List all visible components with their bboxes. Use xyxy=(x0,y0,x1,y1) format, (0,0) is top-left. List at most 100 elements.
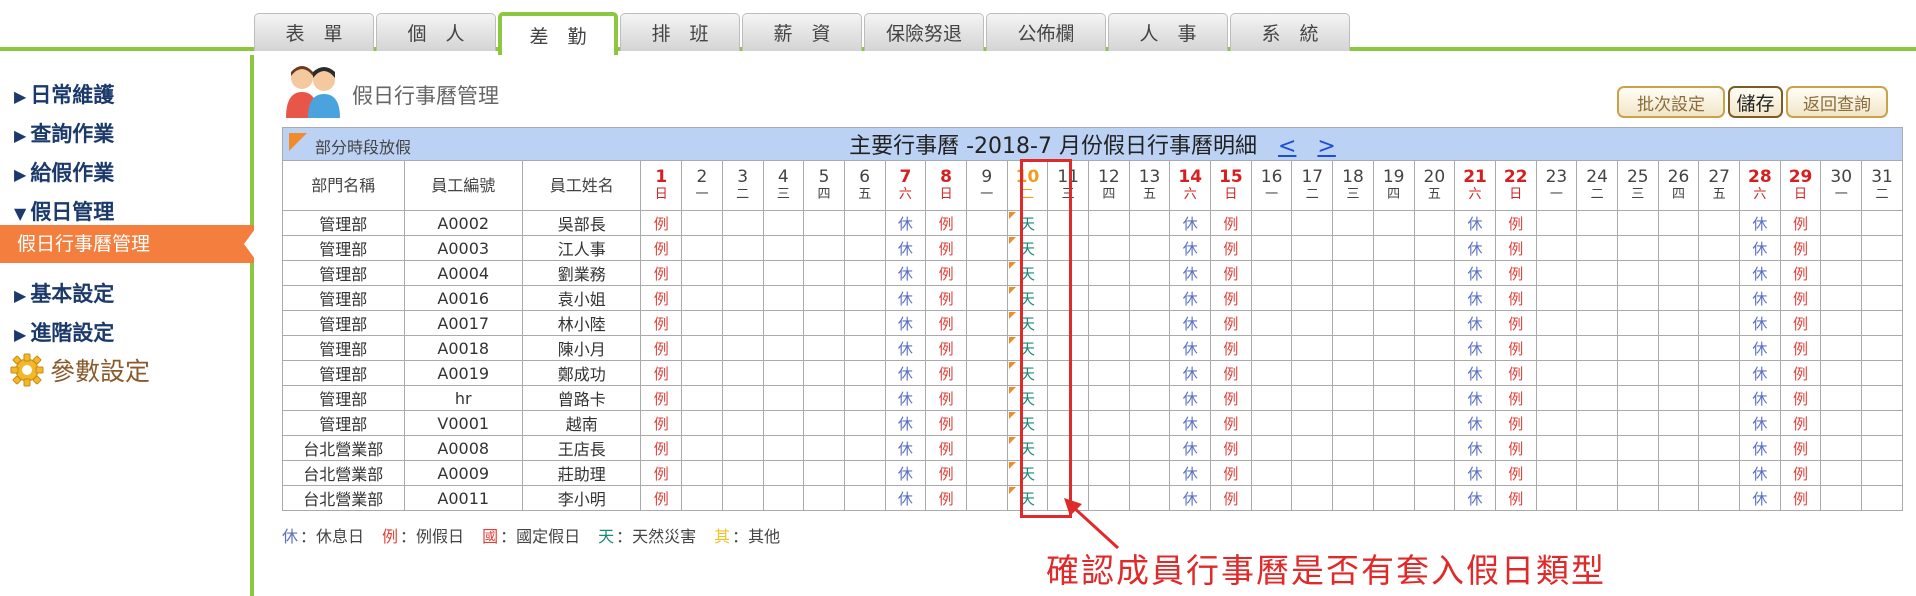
tab-1[interactable]: 個 人 xyxy=(376,13,496,51)
tab-6[interactable]: 公佈欄 xyxy=(986,13,1106,51)
day-header-2[interactable]: 2一 xyxy=(681,160,723,211)
calendar-cell[interactable] xyxy=(1698,260,1740,286)
calendar-cell[interactable] xyxy=(803,210,845,236)
calendar-cell[interactable] xyxy=(843,360,886,386)
calendar-cell[interactable]: 休 xyxy=(1739,385,1781,411)
calendar-cell[interactable] xyxy=(1535,235,1578,261)
calendar-cell[interactable]: 休 xyxy=(1454,285,1496,311)
calendar-cell[interactable] xyxy=(1576,335,1618,361)
calendar-cell[interactable]: 例 xyxy=(1210,385,1252,411)
calendar-cell[interactable]: 休 xyxy=(1169,210,1212,236)
calendar-cell[interactable] xyxy=(843,310,886,336)
calendar-cell[interactable] xyxy=(1576,260,1618,286)
calendar-cell[interactable] xyxy=(1128,435,1171,461)
calendar-cell[interactable] xyxy=(1616,485,1659,511)
calendar-cell[interactable]: 例 xyxy=(925,210,967,236)
calendar-cell[interactable] xyxy=(1088,335,1130,361)
calendar-cell[interactable] xyxy=(1250,210,1293,236)
calendar-cell[interactable] xyxy=(762,235,805,261)
calendar-cell[interactable] xyxy=(843,260,886,286)
calendar-cell[interactable] xyxy=(1698,385,1740,411)
calendar-cell[interactable] xyxy=(1698,410,1740,436)
calendar-cell[interactable] xyxy=(721,260,764,286)
calendar-cell[interactable]: 例 xyxy=(1210,310,1252,336)
calendar-cell[interactable]: 例 xyxy=(1779,260,1822,286)
calendar-cell[interactable] xyxy=(762,460,805,486)
calendar-cell[interactable] xyxy=(843,285,886,311)
calendar-cell[interactable]: 例 xyxy=(925,410,967,436)
calendar-cell[interactable]: 例 xyxy=(925,235,967,261)
tab-0[interactable]: 表 單 xyxy=(254,13,374,51)
calendar-cell[interactable]: 例 xyxy=(1779,335,1822,361)
calendar-cell[interactable] xyxy=(1332,435,1374,461)
calendar-cell[interactable]: 休 xyxy=(1169,335,1212,361)
calendar-cell[interactable] xyxy=(1535,335,1578,361)
calendar-cell[interactable] xyxy=(1413,210,1456,236)
calendar-cell[interactable] xyxy=(1250,385,1293,411)
calendar-cell[interactable]: 例 xyxy=(1210,335,1252,361)
calendar-cell[interactable]: 例 xyxy=(1210,410,1252,436)
calendar-cell[interactable]: 例 xyxy=(1494,410,1537,436)
calendar-cell[interactable]: 例 xyxy=(640,235,683,261)
calendar-cell[interactable]: 休 xyxy=(1169,485,1212,511)
calendar-cell[interactable] xyxy=(1616,310,1659,336)
calendar-cell[interactable] xyxy=(1576,485,1618,511)
calendar-cell[interactable] xyxy=(1576,410,1618,436)
day-header-1[interactable]: 1日 xyxy=(640,160,683,211)
calendar-cell[interactable] xyxy=(1657,210,1700,236)
sidebar-subitem-holiday-calendar[interactable]: 假日行事曆管理 xyxy=(0,225,258,263)
day-header-31[interactable]: 31 二 xyxy=(1861,160,1903,211)
calendar-cell[interactable] xyxy=(681,335,723,361)
calendar-cell[interactable] xyxy=(681,435,723,461)
sidebar-item-daily[interactable]: ▶ 日常維護 xyxy=(14,79,114,109)
calendar-cell[interactable]: 例 xyxy=(1494,435,1537,461)
calendar-cell[interactable] xyxy=(1332,235,1374,261)
calendar-cell[interactable] xyxy=(1332,285,1374,311)
calendar-cell[interactable]: 例 xyxy=(1210,360,1252,386)
day-header-22[interactable]: 22 日 xyxy=(1494,160,1537,211)
calendar-cell[interactable]: 休 xyxy=(884,460,927,486)
day-header-7[interactable]: 7六 xyxy=(884,160,927,211)
day-header-12[interactable]: 12 四 xyxy=(1088,160,1130,211)
calendar-cell[interactable] xyxy=(1332,385,1374,411)
calendar-cell[interactable] xyxy=(721,235,764,261)
calendar-cell[interactable]: 休 xyxy=(884,410,927,436)
day-header-4[interactable]: 4三 xyxy=(762,160,805,211)
calendar-cell[interactable]: 休 xyxy=(1169,260,1212,286)
calendar-cell[interactable]: 例 xyxy=(640,460,683,486)
day-header-26[interactable]: 26 四 xyxy=(1657,160,1700,211)
calendar-cell[interactable] xyxy=(1250,310,1293,336)
calendar-cell[interactable] xyxy=(1372,460,1415,486)
calendar-cell[interactable] xyxy=(762,385,805,411)
calendar-cell[interactable] xyxy=(681,310,723,336)
calendar-cell[interactable] xyxy=(721,435,764,461)
calendar-cell[interactable] xyxy=(1616,360,1659,386)
calendar-cell[interactable] xyxy=(1657,485,1700,511)
calendar-cell[interactable] xyxy=(965,410,1008,436)
calendar-cell[interactable] xyxy=(803,435,845,461)
calendar-cell[interactable] xyxy=(1291,485,1334,511)
calendar-cell[interactable] xyxy=(1128,385,1171,411)
calendar-cell[interactable] xyxy=(1128,310,1171,336)
calendar-cell[interactable] xyxy=(1657,285,1700,311)
calendar-cell[interactable] xyxy=(1576,385,1618,411)
calendar-cell[interactable] xyxy=(1291,435,1334,461)
calendar-cell[interactable]: 例 xyxy=(925,285,967,311)
calendar-cell[interactable]: 休 xyxy=(884,285,927,311)
calendar-cell[interactable] xyxy=(1250,435,1293,461)
day-header-9[interactable]: 9一 xyxy=(965,160,1008,211)
calendar-cell[interactable]: 例 xyxy=(640,260,683,286)
prev-month-link[interactable]: < xyxy=(1278,134,1296,159)
calendar-cell[interactable] xyxy=(803,485,845,511)
day-header-24[interactable]: 24 二 xyxy=(1576,160,1618,211)
calendar-cell[interactable] xyxy=(1657,235,1700,261)
calendar-cell[interactable] xyxy=(721,335,764,361)
calendar-cell[interactable]: 休 xyxy=(1169,460,1212,486)
calendar-cell[interactable] xyxy=(1535,385,1578,411)
calendar-cell[interactable]: 休 xyxy=(1739,210,1781,236)
calendar-cell[interactable]: 例 xyxy=(640,360,683,386)
day-header-21[interactable]: 21 六 xyxy=(1454,160,1496,211)
calendar-cell[interactable]: 休 xyxy=(1169,235,1212,261)
calendar-cell[interactable] xyxy=(1291,460,1334,486)
calendar-cell[interactable]: 休 xyxy=(1454,260,1496,286)
